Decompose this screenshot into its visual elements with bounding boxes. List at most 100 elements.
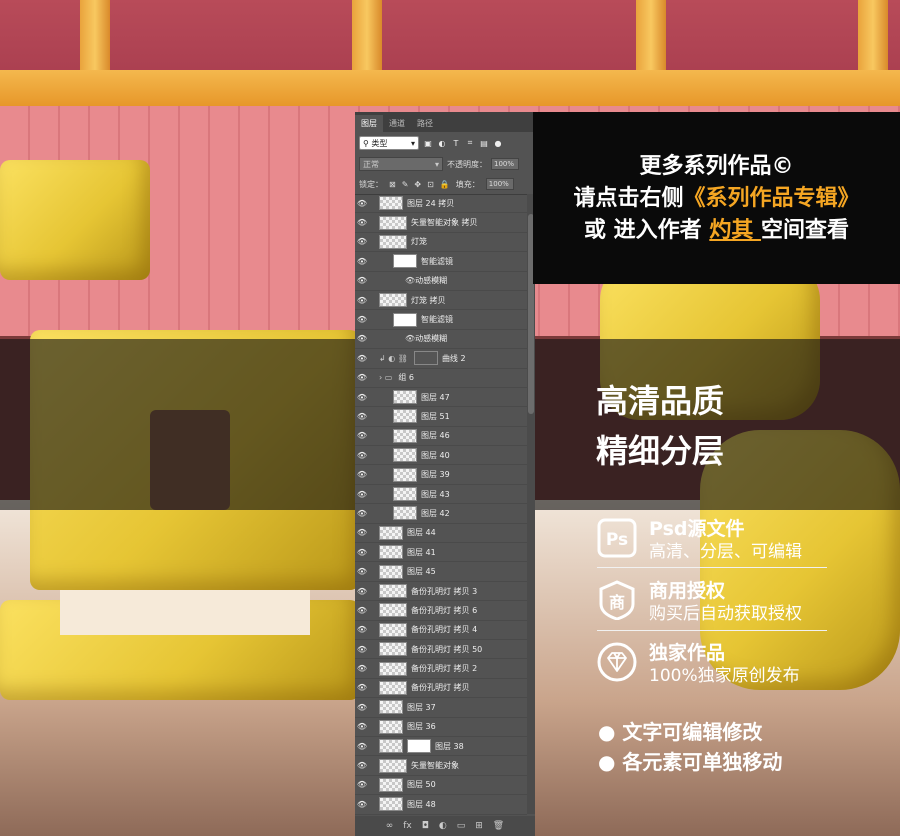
eye-icon[interactable]: 👁 [355, 490, 369, 499]
eye-icon[interactable]: 👁 [355, 276, 369, 285]
eye-icon[interactable]: 👁 [355, 451, 369, 460]
layer-row[interactable]: 👁 智能滤镜 [355, 252, 527, 272]
lock-artboard-icon[interactable]: ⊡ [427, 180, 434, 189]
layer-row[interactable]: 👁 图层 43 [355, 485, 527, 505]
toggle-filter-icon[interactable]: ● [493, 138, 503, 148]
shape-filter-icon[interactable]: ⌗ [465, 138, 475, 148]
eye-icon[interactable]: 👁 [355, 257, 369, 266]
layer-row[interactable]: 👁 备份孔明灯 拷贝 [355, 679, 527, 699]
lock-pixels-icon[interactable]: ⊠ [389, 180, 396, 189]
tab-paths[interactable]: 路径 [411, 115, 439, 132]
eye-icon[interactable]: 👁 [355, 315, 369, 324]
lock-move-icon[interactable]: ✥ [414, 180, 421, 189]
image-filter-icon[interactable]: ▣ [423, 138, 433, 148]
lock-all-icon[interactable]: 🔒 [440, 180, 450, 189]
eye-icon[interactable]: 👁 [355, 645, 369, 654]
layer-row[interactable]: 👁 备份孔明灯 拷贝 50 [355, 640, 527, 660]
layer-row[interactable]: 👁 矢量智能对象 [355, 756, 527, 776]
eye-icon[interactable]: 👁 [355, 664, 369, 673]
layer-row[interactable]: 👁 图层 45 [355, 562, 527, 582]
layer-row[interactable]: 👁 备份孔明灯 拷贝 2 [355, 659, 527, 679]
eye-icon[interactable]: 👁 [355, 742, 369, 751]
layer-row[interactable]: 👁 图层 50 [355, 776, 527, 796]
eye-icon[interactable]: 👁 [405, 276, 415, 285]
layer-row[interactable]: 👁 › ▭ 组 6 [355, 369, 527, 388]
layer-mask-thumbnail[interactable] [407, 739, 431, 754]
eye-icon[interactable]: 👁 [355, 296, 369, 305]
link-icon[interactable]: ∞ [386, 821, 394, 831]
layer-row[interactable]: 👁 智能滤镜 [355, 310, 527, 330]
layer-row[interactable]: 👁 图层 36 [355, 718, 527, 737]
eye-icon[interactable]: 👁 [355, 606, 369, 615]
layer-row[interactable]: 👁 图层 42 [355, 504, 527, 524]
eye-icon[interactable]: 👁 [405, 334, 415, 343]
eye-icon[interactable]: 👁 [355, 373, 369, 382]
tab-layers[interactable]: 图层 [355, 115, 383, 132]
eye-icon[interactable]: 👁 [355, 683, 369, 692]
eye-icon[interactable]: 👁 [355, 354, 369, 363]
folder-icon[interactable]: › ▭ [379, 373, 392, 382]
filter-select[interactable]: ⚲ 类型 ▾ [359, 136, 419, 150]
tab-channels[interactable]: 通道 [383, 115, 411, 132]
layer-row[interactable]: 👁 矢量智能对象 拷贝 [355, 213, 527, 233]
layer-row[interactable]: 👁 备份孔明灯 拷贝 6 [355, 601, 527, 621]
layer-row[interactable]: 👁 👁 动感模糊 [355, 330, 527, 350]
mask-icon[interactable]: ◘ [422, 821, 429, 831]
lock-paint-icon[interactable]: ✎ [402, 180, 409, 189]
eye-icon[interactable]: 👁 [355, 761, 369, 770]
fill-input[interactable]: 100% [485, 178, 514, 190]
smart-filter-icon[interactable]: ▤ [479, 138, 489, 148]
promo-line-1: 更多系列作品© [639, 154, 794, 179]
eye-icon[interactable]: 👁 [355, 470, 369, 479]
folder-icon[interactable]: ▭ [457, 821, 466, 831]
eye-icon[interactable]: 👁 [355, 548, 369, 557]
trash-icon[interactable]: 🗑 [493, 821, 504, 831]
layer-name: 图层 24 拷贝 [407, 198, 455, 208]
layer-row[interactable]: 👁 图层 51 [355, 407, 527, 427]
layer-row[interactable]: 👁 图层 47 [355, 388, 527, 408]
type-filter-icon[interactable]: T [451, 138, 461, 148]
layer-row[interactable]: 👁 图层 46 [355, 427, 527, 447]
layer-row[interactable]: 👁 灯笼 [355, 233, 527, 253]
eye-icon[interactable]: 👁 [355, 393, 369, 402]
eye-icon[interactable]: 👁 [355, 218, 369, 227]
layer-row[interactable]: 👁 图层 24 拷贝 [355, 194, 527, 214]
eye-icon[interactable]: 👁 [355, 199, 369, 208]
layer-row[interactable]: 👁 ↲ ◐ ⛓ 曲线 2 [355, 349, 527, 369]
eye-icon[interactable]: 👁 [355, 412, 369, 421]
adjustment-icon[interactable]: ◐ [439, 821, 447, 831]
layer-row[interactable]: 👁 图层 48 [355, 795, 527, 815]
eye-icon[interactable]: 👁 [355, 237, 369, 246]
eye-icon[interactable]: 👁 [355, 625, 369, 634]
fx-icon[interactable]: fx [403, 821, 412, 831]
layer-row[interactable]: 👁 灯笼 拷贝 [355, 291, 527, 311]
layer-row[interactable]: 👁 图层 40 [355, 446, 527, 466]
author-link[interactable]: 灼其 [709, 218, 761, 243]
layer-row[interactable]: 👁 备份孔明灯 拷贝 4 [355, 621, 527, 640]
eye-icon[interactable]: 👁 [355, 587, 369, 596]
eye-icon[interactable]: 👁 [355, 703, 369, 712]
eye-icon[interactable]: 👁 [355, 780, 369, 789]
opacity-input[interactable]: 100% [491, 158, 519, 170]
layer-row[interactable]: 👁 👁 动感模糊 [355, 272, 527, 291]
eye-icon[interactable]: 👁 [355, 509, 369, 518]
new-layer-icon[interactable]: ⊞ [475, 821, 483, 831]
eye-icon[interactable]: 👁 [355, 722, 369, 731]
layer-thumbnail [379, 196, 403, 211]
adjust-filter-icon[interactable]: ◐ [437, 138, 447, 148]
layer-row[interactable]: 👁 备份孔明灯 拷贝 3 [355, 582, 527, 602]
layer-row[interactable]: 👁 图层 39 [355, 465, 527, 485]
layer-thumbnail [379, 525, 403, 540]
eye-icon[interactable]: 👁 [355, 800, 369, 809]
eye-icon[interactable]: 👁 [355, 528, 369, 537]
eye-icon[interactable]: 👁 [355, 431, 369, 440]
eye-icon[interactable]: 👁 [355, 334, 369, 343]
layers-scrollbar[interactable] [527, 194, 535, 814]
layer-row[interactable]: 👁 图层 44 [355, 524, 527, 544]
layer-row[interactable]: 👁 图层 41 [355, 543, 527, 563]
layer-row[interactable]: 👁 图层 37 [355, 698, 527, 718]
eye-icon[interactable]: 👁 [355, 567, 369, 576]
blend-mode-select[interactable]: 正常 ▾ [359, 157, 443, 171]
album-link[interactable]: 《系列作品专辑》 [684, 186, 860, 211]
layer-row[interactable]: 👁 图层 38 [355, 737, 527, 757]
